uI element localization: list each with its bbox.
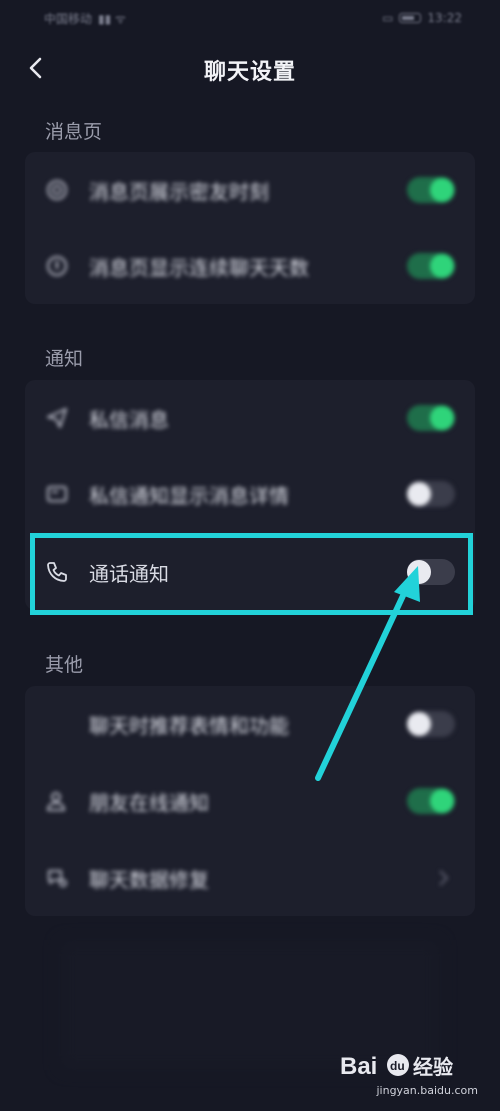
- card-other: 聊天时推荐表情和功能 朋友在线通知 聊天数据修复: [25, 686, 475, 916]
- send-icon: [45, 406, 69, 430]
- setting-label: 朋友在线通知: [89, 790, 209, 815]
- section-label-notifications: 通知: [45, 348, 84, 370]
- section-label-other: 其他: [45, 654, 84, 676]
- toggle-knob: [430, 789, 454, 813]
- toggle-knob: [430, 406, 454, 430]
- setting-row-streak[interactable]: 消息页显示连续聊天天数: [25, 228, 475, 304]
- battery-icon: [399, 13, 422, 23]
- setting-label: 消息页展示密友时刻: [89, 179, 269, 204]
- status-left: 中国移动 ▮▮ ᯤ: [44, 10, 126, 27]
- vibrate-icon: ▭: [382, 11, 394, 25]
- signal-icon: ▮▮ ᯤ: [98, 11, 126, 26]
- setting-row-message-detail[interactable]: 私信通知显示消息详情: [25, 456, 475, 532]
- baidu-logo: Bai du 经验: [340, 1053, 453, 1080]
- watermark-url: jingyan.baidu.com: [376, 1084, 478, 1097]
- toggle-switch[interactable]: [407, 559, 455, 585]
- setting-label: 聊天时推荐表情和功能: [89, 713, 289, 738]
- toggle-switch[interactable]: [407, 253, 455, 279]
- chevron-right-icon: [433, 868, 453, 888]
- chat-repair-icon: [45, 866, 69, 890]
- setting-label: 私信通知显示消息详情: [89, 483, 289, 508]
- card-notifications: 私信消息 私信通知显示消息详情 通话通知: [25, 380, 475, 610]
- setting-label: 私信消息: [89, 407, 169, 432]
- moment-icon: [45, 178, 69, 202]
- page-title: 聊天设置: [203, 60, 296, 85]
- header: 聊天设置: [0, 40, 500, 96]
- setting-row-call-notification[interactable]: 通话通知: [25, 534, 475, 610]
- toggle-switch[interactable]: [407, 481, 455, 507]
- setting-label: 聊天数据修复: [89, 867, 209, 892]
- status-right: ▭ 13:22: [382, 11, 462, 25]
- setting-row-moment[interactable]: 消息页展示密友时刻: [25, 152, 475, 228]
- section-label-message-page: 消息页: [45, 121, 103, 143]
- carrier-label: 中国移动: [44, 11, 93, 26]
- setting-row-chat-repair[interactable]: 聊天数据修复: [25, 840, 475, 916]
- setting-label: 消息页显示连续聊天天数: [89, 255, 309, 280]
- setting-row-recommend[interactable]: 聊天时推荐表情和功能: [25, 686, 475, 762]
- toggle-knob: [430, 254, 454, 278]
- user-online-icon: [45, 789, 69, 813]
- setting-label: 通话通知: [89, 561, 169, 586]
- setting-row-private-message[interactable]: 私信消息: [25, 380, 475, 456]
- chat-settings-page: 中国移动 ▮▮ ᯤ ▭ 13:22 聊天设置 消息页 消息页展示密友时刻 消息页…: [0, 0, 500, 1111]
- baidu-jingyan-watermark: Bai du 经验 jingyan.baidu.com: [338, 1048, 478, 1097]
- streak-icon: [45, 254, 69, 278]
- message-detail-icon: [45, 482, 69, 506]
- svg-text:经验: 经验: [413, 1055, 453, 1079]
- toggle-switch[interactable]: [407, 711, 455, 737]
- svg-text:Bai: Bai: [340, 1053, 377, 1080]
- card-message-page: 消息页展示密友时刻 消息页显示连续聊天天数: [25, 152, 475, 304]
- clock: 13:22: [427, 11, 462, 25]
- setting-row-friend-online[interactable]: 朋友在线通知: [25, 763, 475, 839]
- toggle-knob: [430, 178, 454, 202]
- toggle-switch[interactable]: [407, 177, 455, 203]
- status-bar: 中国移动 ▮▮ ᯤ ▭ 13:22: [0, 0, 500, 36]
- toggle-knob: [407, 560, 431, 584]
- toggle-switch[interactable]: [407, 405, 455, 431]
- svg-text:du: du: [390, 1059, 405, 1073]
- phone-icon: [45, 560, 69, 584]
- toggle-knob: [407, 712, 431, 736]
- toggle-switch[interactable]: [407, 788, 455, 814]
- toggle-knob: [407, 482, 431, 506]
